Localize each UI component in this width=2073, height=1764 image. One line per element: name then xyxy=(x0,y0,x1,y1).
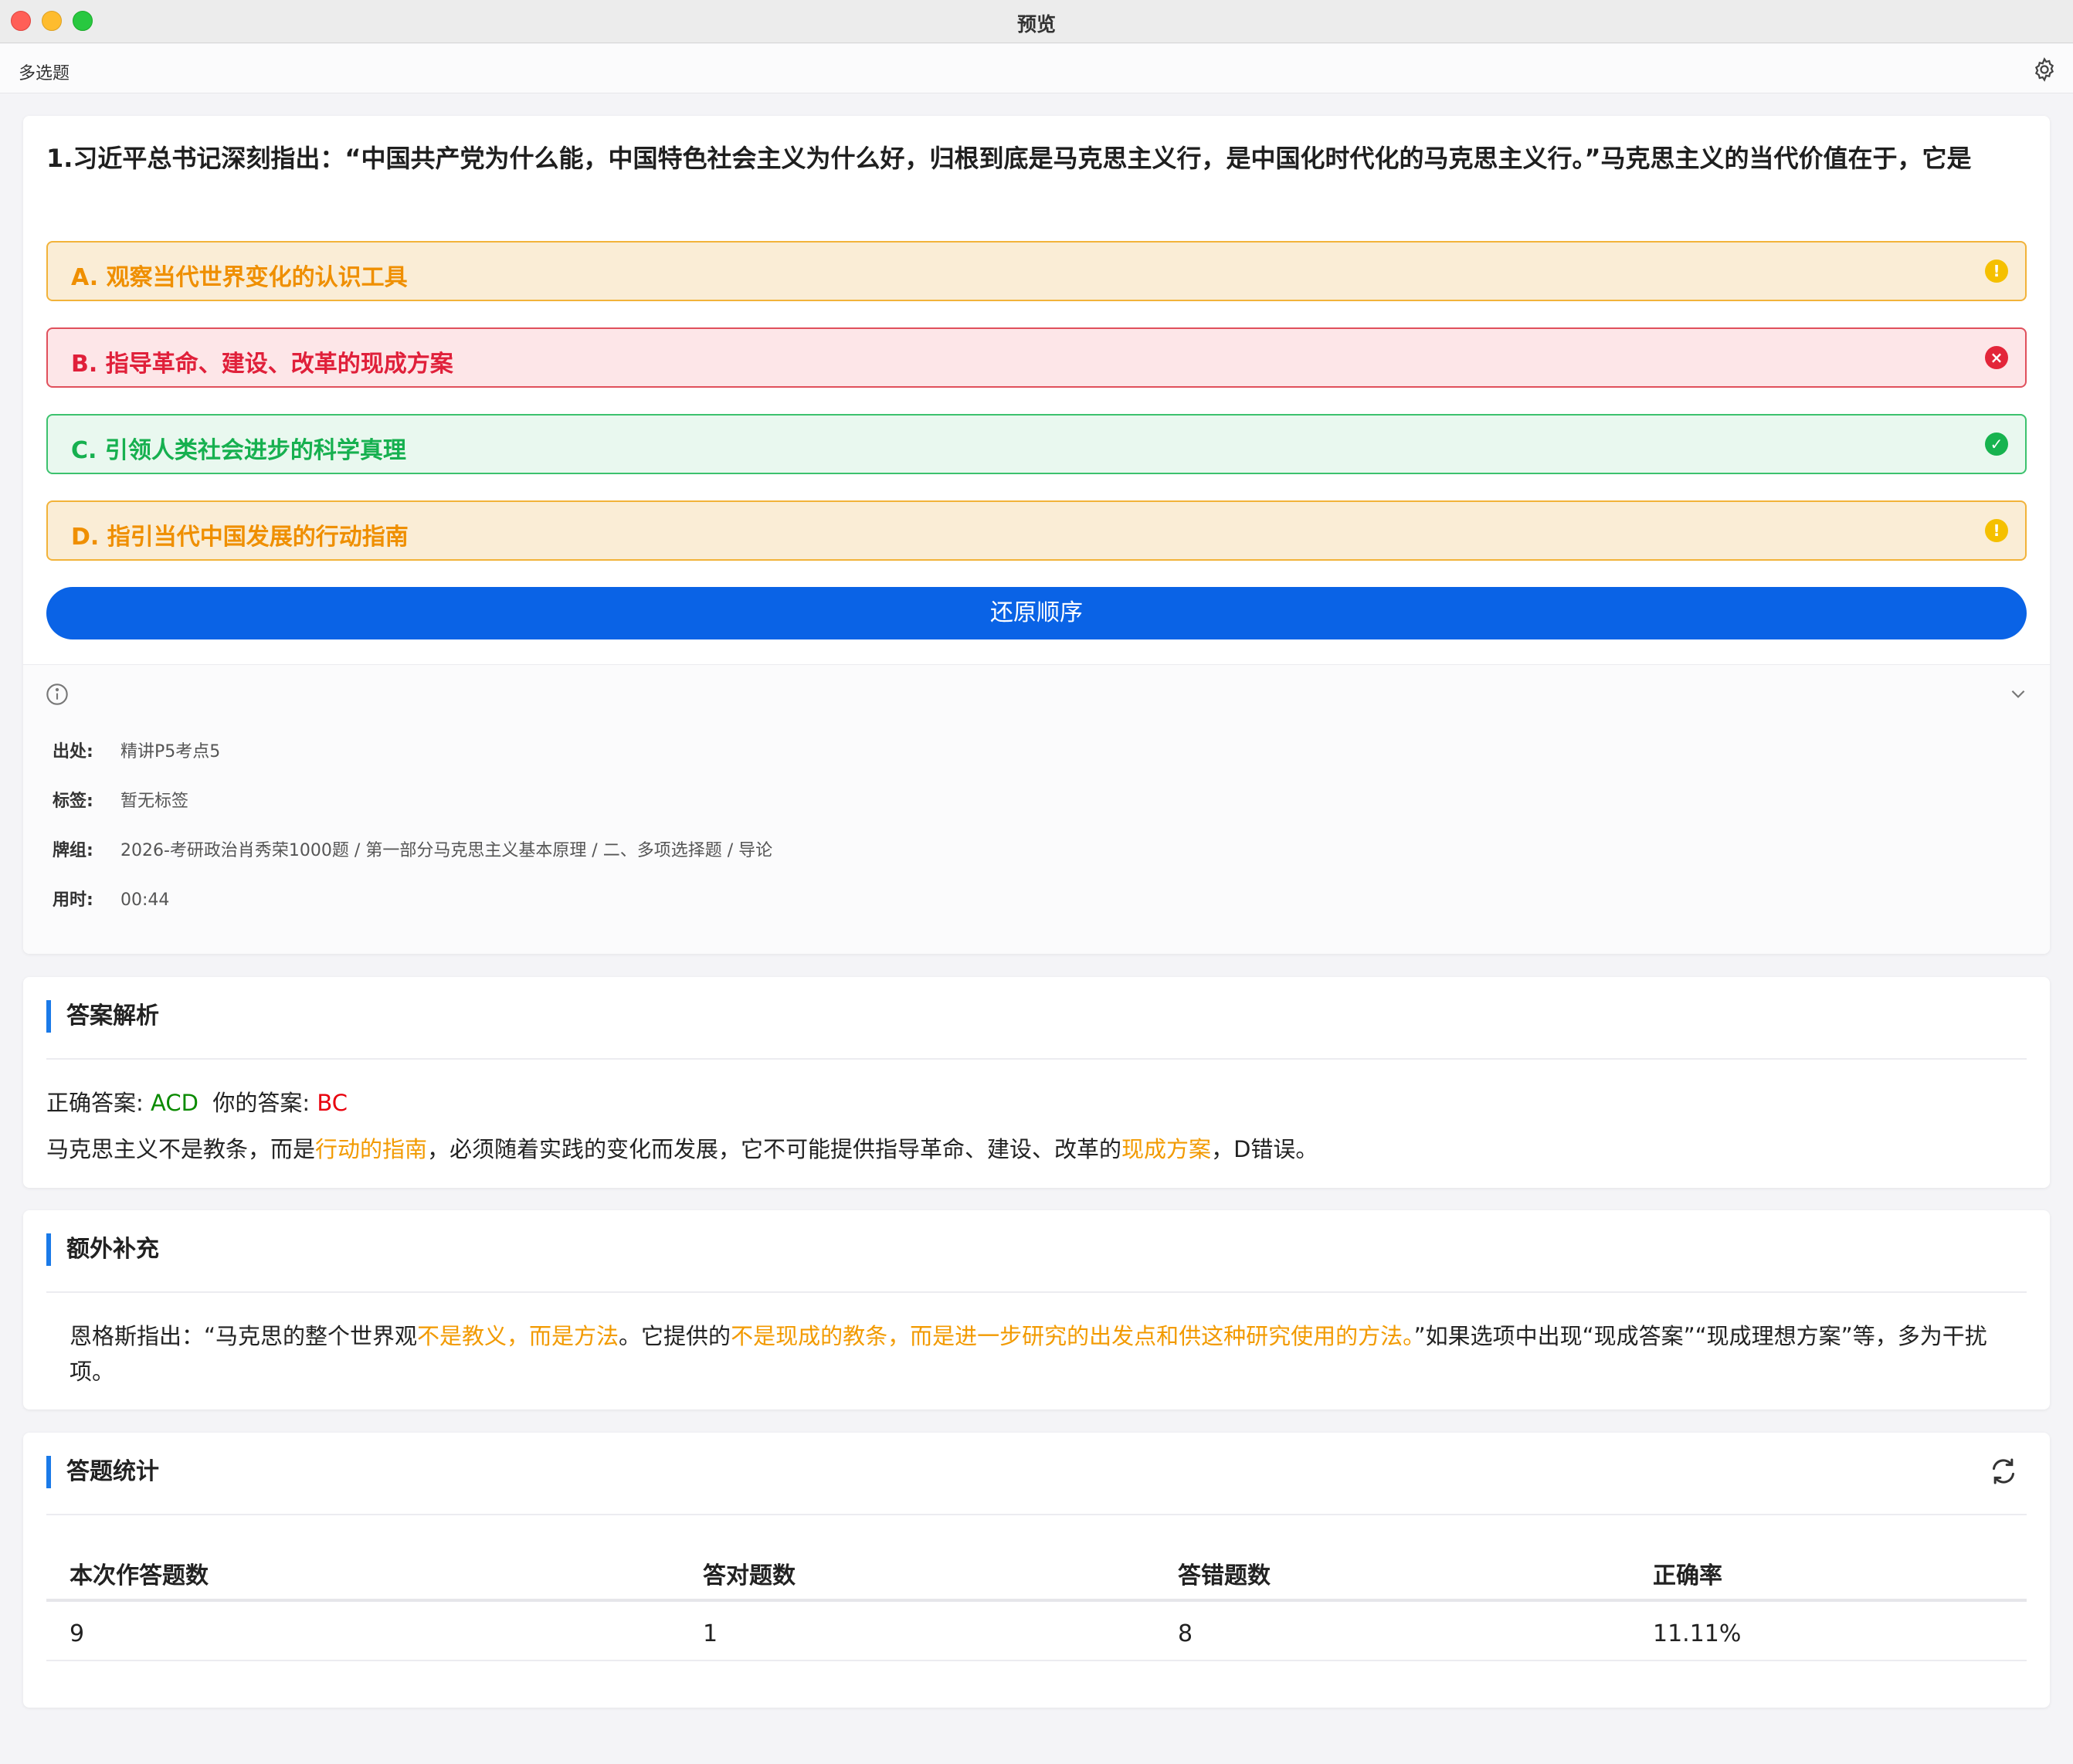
option-label: A. 观察当代世界变化的认识工具 xyxy=(71,264,408,291)
table-header: 答错题数 xyxy=(1178,1562,1271,1589)
option-b[interactable]: B. 指导革命、建设、改革的现成方案 × xyxy=(46,327,2027,388)
error-icon: × xyxy=(1985,346,2008,369)
option-label: B. 指导革命、建设、改革的现成方案 xyxy=(71,351,453,378)
option-d[interactable]: D. 指引当代中国发展的行动指南 ! xyxy=(46,500,2027,561)
info-icon[interactable] xyxy=(45,682,70,707)
your-answer-label: 你的答案: xyxy=(212,1090,317,1116)
meta-time: 用时: 00:44 xyxy=(53,886,169,911)
meta-deck: 牌组: 2026-考研政治肖秀荣1000题 / 第一部分马克思主义基本原理 / 二… xyxy=(53,836,772,861)
table-row-divider xyxy=(46,1660,2027,1661)
table-cell: 1 xyxy=(703,1620,718,1647)
text-segment: ，D错误。 xyxy=(1211,1136,1318,1162)
warning-icon: ! xyxy=(1985,519,2008,542)
text-segment: ，必须随着实践的变化而发展，它不可能提供指导革命、建设、改革的 xyxy=(427,1136,1122,1162)
window-titlebar: 预览 xyxy=(0,0,2073,43)
restore-order-button[interactable]: 还原顺序 xyxy=(46,587,2027,639)
extra-notes-text: 恩格斯指出：“马克思的整个世界观不是教义，而是方法。它提供的不是现成的教条，而是… xyxy=(70,1318,2016,1389)
table-cell: 11.11% xyxy=(1653,1620,1742,1647)
option-label: C. 引领人类社会进步的科学真理 xyxy=(71,437,406,464)
option-a[interactable]: A. 观察当代世界变化的认识工具 ! xyxy=(46,241,2027,301)
table-header: 本次作答题数 xyxy=(70,1562,209,1589)
section-title: 额外补充 xyxy=(46,1233,159,1266)
meta-value: 2026-考研政治肖秀荣1000题 / 第一部分马克思主义基本原理 / 二、多项… xyxy=(120,841,773,860)
table-cell: 9 xyxy=(70,1620,85,1647)
option-c[interactable]: C. 引领人类社会进步的科学真理 ✓ xyxy=(46,414,2027,474)
chevron-down-icon[interactable] xyxy=(2008,684,2028,704)
divider xyxy=(46,1514,2027,1515)
extra-notes-card: 额外补充 恩格斯指出：“马克思的整个世界观不是教义，而是方法。它提供的不是现成的… xyxy=(23,1210,2050,1410)
text-segment: 恩格斯指出：“马克思的整个世界观 xyxy=(70,1323,418,1349)
toolbar: 多选题 xyxy=(0,44,2073,93)
correct-answer-value: ACD xyxy=(151,1090,198,1116)
question-card: 1.习近平总书记深刻指出：“中国共产党为什么能，中国特色社会主义为什么好，归根到… xyxy=(23,116,2050,954)
window-title: 预览 xyxy=(1016,13,1056,36)
warning-icon: ! xyxy=(1985,260,2008,283)
meta-value: 00:44 xyxy=(120,890,170,910)
your-answer-value: BC xyxy=(317,1090,348,1116)
table-header: 正确率 xyxy=(1653,1562,1722,1589)
section-title: 答案解析 xyxy=(46,1000,159,1033)
highlight-segment: 现成方案 xyxy=(1121,1136,1212,1162)
table-header-divider xyxy=(46,1599,2027,1602)
option-label: D. 指引当代中国发展的行动指南 xyxy=(71,524,409,551)
answer-stats-card: 答题统计 本次作答题数 答对题数 答错题数 正确率 9 1 8 11.11% xyxy=(23,1433,2050,1708)
meta-value: 精讲P5考点5 xyxy=(120,742,221,762)
meta-source: 出处: 精讲P5考点5 xyxy=(53,738,220,762)
gear-icon[interactable] xyxy=(2031,56,2058,83)
meta-tags: 标签: 暂无标签 xyxy=(53,787,188,812)
explanation-text: 马克思主义不是教条，而是行动的指南，必须随着实践的变化而发展，它不可能提供指导革… xyxy=(46,1131,1318,1164)
meta-key: 出处: xyxy=(53,742,93,762)
question-type-label: 多选题 xyxy=(19,64,70,83)
check-icon: ✓ xyxy=(1985,433,2008,456)
meta-value: 暂无标签 xyxy=(120,792,189,811)
text-segment: 马克思主义不是教条，而是 xyxy=(46,1136,316,1162)
highlight-segment: 不是教义，而是方法 xyxy=(417,1323,619,1349)
meta-key: 标签: xyxy=(53,792,93,811)
answer-analysis-card: 答案解析 正确答案: ACD 你的答案: BC 马克思主义不是教条，而是行动的指… xyxy=(23,977,2050,1188)
highlight-segment: 行动的指南 xyxy=(315,1136,428,1162)
table-cell: 8 xyxy=(1178,1620,1193,1647)
answer-summary: 正确答案: ACD 你的答案: BC xyxy=(46,1085,348,1118)
question-text: 1.习近平总书记深刻指出：“中国共产党为什么能，中国特色社会主义为什么好，归根到… xyxy=(46,144,1972,173)
question-meta-panel: 出处: 精讲P5考点5 标签: 暂无标签 牌组: 2026-考研政治肖秀荣1000题 … xyxy=(23,664,2050,954)
table-header: 答对题数 xyxy=(703,1562,796,1589)
section-title: 答题统计 xyxy=(46,1456,159,1488)
refresh-icon[interactable] xyxy=(1988,1456,2019,1487)
text-segment: 。它提供的 xyxy=(619,1323,731,1349)
divider xyxy=(46,1291,2027,1293)
divider xyxy=(46,1058,2027,1060)
meta-key: 用时: xyxy=(53,890,93,910)
meta-key: 牌组: xyxy=(53,841,93,860)
highlight-segment: 不是现成的教条，而是进一步研究的出发点和供这种研究使用的方法。 xyxy=(731,1323,1414,1349)
correct-answer-label: 正确答案: xyxy=(46,1090,151,1116)
